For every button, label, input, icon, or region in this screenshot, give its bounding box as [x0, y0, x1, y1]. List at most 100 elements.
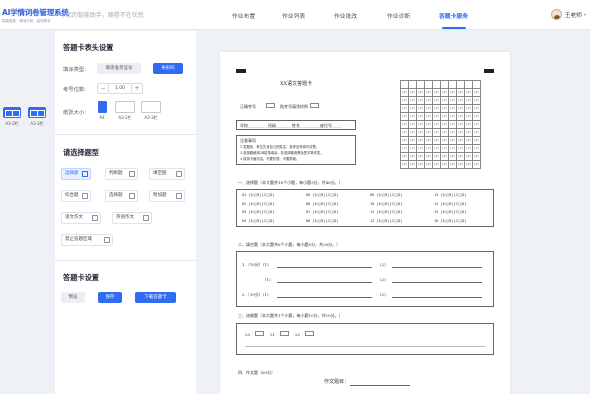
fill-answer-box[interactable]: 1.（10分）(1) (2) (1) (2) 2.（10分）(1) (2) — [236, 251, 494, 307]
grid-bubble[interactable]: [4] — [464, 120, 473, 129]
choice-answer-box[interactable]: 01 [A][B][C][D] 05 [A][B][C][D] 09 [A][B][… — [236, 189, 494, 227]
grid-bubble[interactable]: [2] — [416, 104, 425, 113]
grid-bubble[interactable]: [9] — [456, 160, 465, 169]
decrement-button[interactable]: − — [97, 83, 109, 94]
choice-item[interactable]: 14 [A][B][C][D] — [434, 202, 466, 206]
grid-bubble[interactable]: [6] — [416, 136, 425, 145]
grid-bubble[interactable]: [4] — [408, 120, 417, 129]
grid-bubble[interactable]: [8] — [448, 152, 457, 161]
choice-item[interactable]: 03 [A][B][C][D] — [242, 210, 274, 214]
choice-item[interactable]: 02 [A][B][C][D] — [242, 202, 274, 206]
increment-button[interactable]: + — [131, 83, 143, 94]
download-card-button[interactable]: 下载答题卡 — [135, 292, 176, 303]
elective-checkbox[interactable] — [280, 331, 289, 336]
qtype-chinese-essay[interactable]: 语文作文 — [61, 212, 101, 224]
nav-homework-list[interactable]: 作业列表 — [282, 11, 305, 20]
grid-bubble[interactable]: [9] — [440, 160, 449, 169]
nav-assign-homework[interactable]: 作业布置 — [232, 11, 255, 20]
grid-bubble[interactable]: [8] — [400, 152, 409, 161]
choice-item[interactable]: 10 [A][B][C][D] — [370, 202, 402, 206]
grid-bubble[interactable]: [5] — [464, 128, 473, 137]
grid-bubble[interactable]: [0] — [472, 88, 481, 97]
qtype-fill-blank[interactable]: 填空题 — [149, 168, 185, 180]
rail-layout-a3-3[interactable]: A3-3栏 — [28, 107, 46, 127]
grid-bubble[interactable]: [7] — [424, 144, 433, 153]
grid-bubble[interactable]: [3] — [464, 112, 473, 121]
grid-cell[interactable] — [416, 80, 425, 89]
grid-bubble[interactable]: [5] — [432, 128, 441, 137]
choice-item[interactable]: 09 [A][B][C][D] — [370, 193, 402, 197]
grid-bubble[interactable]: [2] — [456, 104, 465, 113]
grid-bubble[interactable]: [5] — [456, 128, 465, 137]
elective-answer-box[interactable]: 20 21 22 — [236, 323, 494, 355]
elective-checkbox[interactable] — [305, 331, 314, 336]
choice-item[interactable]: 11 [A][B][C][D] — [370, 210, 402, 214]
fill-type-exam-number[interactable]: 填涂准考证号 — [97, 63, 141, 74]
qtype-comprehensive[interactable]: 综合题 — [61, 190, 91, 202]
grid-bubble[interactable]: [8] — [456, 152, 465, 161]
grid-cell[interactable] — [400, 80, 409, 89]
grid-bubble[interactable]: [1] — [464, 96, 473, 105]
grid-bubble[interactable]: [3] — [400, 112, 409, 121]
grid-bubble[interactable]: [1] — [416, 96, 425, 105]
user-menu[interactable]: 王老师 ▾ — [550, 9, 586, 20]
grid-bubble[interactable]: [1] — [448, 96, 457, 105]
grid-bubble[interactable]: [1] — [472, 96, 481, 105]
grid-bubble[interactable]: [9] — [472, 160, 481, 169]
choice-item[interactable]: 04 [A][B][C][D] — [242, 219, 274, 223]
grid-bubble[interactable]: [8] — [472, 152, 481, 161]
grid-bubble[interactable]: [7] — [432, 144, 441, 153]
grid-bubble[interactable]: [7] — [440, 144, 449, 153]
grid-bubble[interactable]: [9] — [424, 160, 433, 169]
grid-bubble[interactable]: [2] — [400, 104, 409, 113]
exam-number-grid[interactable]: [0] [0] [0] [0] [0] [0] [0] [0] [0] [0] [1] [1] [1][… — [400, 80, 481, 169]
nav-homework-diagnosis[interactable]: 作业诊断 — [387, 11, 410, 20]
grid-bubble[interactable]: [0] — [456, 88, 465, 97]
qtype-true-false[interactable]: 判断题 — [105, 168, 138, 180]
grid-bubble[interactable]: [2] — [424, 104, 433, 113]
grid-bubble[interactable]: [6] — [448, 136, 457, 145]
grid-cell[interactable] — [440, 80, 449, 89]
grid-bubble[interactable]: [8] — [424, 152, 433, 161]
grid-bubble[interactable]: [6] — [464, 136, 473, 145]
choice-item[interactable]: 01 [A][B][C][D] — [242, 193, 274, 197]
grid-bubble[interactable]: [7] — [400, 144, 409, 153]
grid-bubble[interactable]: [9] — [448, 160, 457, 169]
choice-item[interactable]: 13 [A][B][C][D] — [434, 193, 466, 197]
qtype-no-answer-zone[interactable]: 禁止答题区域 — [61, 234, 113, 246]
grid-bubble[interactable]: [5] — [440, 128, 449, 137]
choice-item[interactable]: 16 [A][B][C][D] — [434, 219, 466, 223]
grid-bubble[interactable]: [5] — [448, 128, 457, 137]
grid-bubble[interactable]: [1] — [400, 96, 409, 105]
grid-bubble[interactable]: [3] — [424, 112, 433, 121]
paper-size-a3-3[interactable]: A3-3栏 — [139, 101, 163, 121]
grid-bubble[interactable]: [0] — [448, 88, 457, 97]
grid-bubble[interactable]: [3] — [416, 112, 425, 121]
grid-bubble[interactable]: [6] — [432, 136, 441, 145]
grid-bubble[interactable]: [8] — [408, 152, 417, 161]
grid-bubble[interactable]: [7] — [472, 144, 481, 153]
grid-bubble[interactable]: [2] — [408, 104, 417, 113]
grid-bubble[interactable]: [7] — [464, 144, 473, 153]
qtype-choice[interactable]: 选择题 — [61, 168, 91, 180]
save-button[interactable]: 保存 — [98, 292, 122, 303]
grid-bubble[interactable]: [5] — [416, 128, 425, 137]
qtype-choice-2[interactable]: 选择题 — [105, 190, 138, 202]
grid-bubble[interactable]: [0] — [440, 88, 449, 97]
choice-item[interactable]: 12 [A][B][C][D] — [370, 219, 402, 223]
grid-bubble[interactable]: [4] — [472, 120, 481, 129]
grid-bubble[interactable]: [9] — [432, 160, 441, 169]
grid-bubble[interactable]: [0] — [432, 88, 441, 97]
grid-bubble[interactable]: [1] — [456, 96, 465, 105]
grid-bubble[interactable]: [4] — [416, 120, 425, 129]
elective-checkbox[interactable] — [255, 331, 264, 336]
grid-bubble[interactable]: [4] — [456, 120, 465, 129]
grid-bubble[interactable]: [1] — [440, 96, 449, 105]
grid-cell[interactable] — [408, 80, 417, 89]
rail-layout-a3-2[interactable]: A3-2栏 — [3, 107, 21, 127]
choice-item[interactable]: 06 [A][B][C][D] — [306, 202, 338, 206]
grid-bubble[interactable]: [6] — [440, 136, 449, 145]
choice-item[interactable]: 15 [A][B][C][D] — [434, 210, 466, 214]
grid-bubble[interactable]: [4] — [424, 120, 433, 129]
grid-bubble[interactable]: [9] — [464, 160, 473, 169]
